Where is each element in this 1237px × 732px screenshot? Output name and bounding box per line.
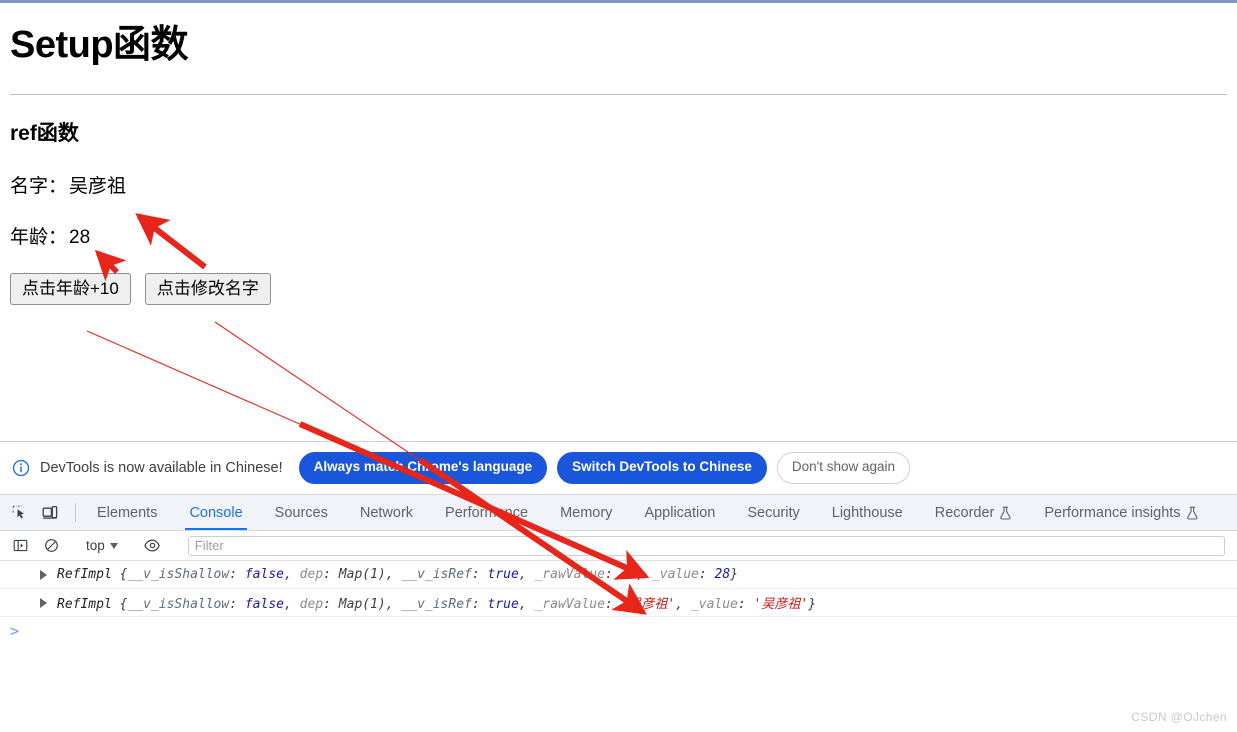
- tab-label: Security: [747, 504, 800, 521]
- field-row-name: 名字： 吴彦祖: [10, 147, 1227, 198]
- tabstrip-divider: [75, 503, 76, 522]
- devtools-tabstrip: Elements Console Sources Network Perform…: [0, 495, 1237, 531]
- expand-triangle-icon[interactable]: [40, 569, 47, 580]
- name-label: 名字：: [10, 175, 68, 197]
- prop-key: __v_isShallow: [127, 597, 230, 612]
- tab-label: Memory: [560, 504, 613, 521]
- devtools-tab-list: Elements Console Sources Network Perform…: [81, 495, 1215, 530]
- prop-value: false: [244, 567, 284, 582]
- switch-to-chinese-button[interactable]: Switch DevTools to Chinese: [557, 452, 767, 484]
- console-message-row[interactable]: RefImpl {__v_isShallow: false, dep: Map(…: [0, 561, 1237, 589]
- execution-context-label: top: [86, 538, 105, 553]
- prop-value: '吴彦祖': [620, 597, 676, 612]
- devtools-tool-icons: [6, 495, 70, 530]
- tab-console[interactable]: Console: [173, 495, 258, 530]
- tab-label: Performance insights: [1044, 504, 1181, 521]
- field-row-age: 年龄： 28: [10, 198, 1227, 249]
- chevron-down-icon: [109, 542, 118, 549]
- console-message-text: RefImpl {__v_isShallow: false, dep: Map(…: [57, 597, 817, 612]
- tab-security[interactable]: Security: [731, 495, 815, 530]
- info-circle-icon: [12, 459, 30, 477]
- prop-value: true: [487, 597, 519, 612]
- change-name-button[interactable]: 点击修改名字: [144, 272, 271, 305]
- increase-age-button[interactable]: 点击年龄+10: [10, 272, 131, 305]
- prop-value: '吴彦祖': [753, 597, 809, 612]
- devtools-panel: DevTools is now available in Chinese! Al…: [0, 441, 1237, 732]
- console-filter-input[interactable]: [187, 535, 1225, 556]
- tab-label: Recorder: [934, 504, 995, 521]
- prop-key: _value: [690, 597, 738, 612]
- always-match-language-button[interactable]: Always match Chrome's language: [298, 452, 548, 484]
- prop-key: dep: [299, 567, 324, 582]
- prop-key: __v_isRef: [401, 567, 472, 582]
- name-value: 吴彦祖: [69, 175, 127, 197]
- tab-label: Sources: [274, 504, 328, 521]
- prop-value: false: [244, 597, 284, 612]
- infobar-message: DevTools is now available in Chinese!: [40, 460, 283, 476]
- experiment-flask-icon: [1186, 506, 1198, 520]
- tab-network[interactable]: Network: [344, 495, 429, 530]
- prop-key: dep: [299, 597, 324, 612]
- console-message-text: RefImpl {__v_isShallow: false, dep: Map(…: [57, 567, 739, 582]
- csdn-watermark: CSDN @OJchen: [1131, 710, 1227, 724]
- tab-lighthouse[interactable]: Lighthouse: [816, 495, 919, 530]
- page-title: Setup函数: [10, 24, 189, 66]
- prop-key: _rawValue: [534, 567, 605, 582]
- page-button-row: 点击年龄+10 点击修改名字: [10, 249, 1227, 305]
- experiment-flask-icon: [1000, 506, 1011, 520]
- prop-value: true: [487, 567, 519, 582]
- tab-label: Network: [359, 504, 414, 521]
- tab-elements[interactable]: Elements: [81, 495, 173, 530]
- section-title: ref函数: [10, 121, 79, 145]
- screenshot-root: Setup函数 ref函数 名字： 吴彦祖 年龄： 28 点击年龄+10 点击修改名…: [0, 0, 1237, 732]
- object-class-name: RefImpl: [57, 597, 112, 612]
- prop-value: 28: [714, 567, 731, 582]
- prop-key: _rawValue: [534, 597, 605, 612]
- tab-performance[interactable]: Performance: [429, 495, 544, 530]
- prop-value: Map(1): [338, 567, 386, 582]
- tab-label: Performance: [445, 504, 529, 521]
- console-message-list: RefImpl {__v_isShallow: false, dep: Map(…: [0, 561, 1237, 645]
- console-message-row[interactable]: RefImpl {__v_isShallow: false, dep: Map(…: [0, 589, 1237, 617]
- console-toolbar: top: [0, 531, 1237, 561]
- tab-label: Application: [644, 504, 716, 521]
- clear-console-icon[interactable]: [37, 532, 65, 560]
- tab-sources[interactable]: Sources: [259, 495, 344, 530]
- prop-key: __v_isShallow: [127, 567, 230, 582]
- prop-value: 28: [620, 567, 637, 582]
- age-value: 28: [69, 226, 91, 248]
- prompt-chevron-icon: >: [10, 622, 20, 640]
- execution-context-selector[interactable]: top: [80, 536, 124, 555]
- age-label: 年龄：: [10, 226, 68, 248]
- object-class-name: RefImpl: [57, 567, 112, 582]
- tab-application[interactable]: Application: [628, 495, 731, 530]
- console-sidebar-icon[interactable]: [6, 532, 34, 560]
- inspect-element-icon[interactable]: [6, 499, 34, 527]
- tab-label: Lighthouse: [831, 504, 903, 521]
- console-input-prompt[interactable]: >: [0, 617, 1237, 645]
- prop-key: _value: [651, 567, 699, 582]
- live-expression-eye-icon[interactable]: [139, 532, 167, 560]
- expand-triangle-icon[interactable]: [40, 597, 47, 608]
- dont-show-again-button[interactable]: Don't show again: [776, 452, 911, 484]
- device-toolbar-icon[interactable]: [36, 499, 64, 527]
- web-page-viewport: Setup函数 ref函数 名字： 吴彦祖 年龄： 28 点击年龄+10 点击修改名…: [0, 6, 1237, 441]
- prop-value: Map(1): [338, 597, 386, 612]
- devtools-language-infobar: DevTools is now available in Chinese! Al…: [0, 442, 1237, 495]
- prop-key: __v_isRef: [401, 597, 472, 612]
- tab-memory[interactable]: Memory: [544, 495, 628, 530]
- tab-recorder[interactable]: Recorder: [919, 495, 1029, 530]
- tab-label: Elements: [97, 504, 158, 521]
- tab-performance-insights[interactable]: Performance insights: [1028, 495, 1214, 530]
- tab-label: Console: [189, 504, 243, 521]
